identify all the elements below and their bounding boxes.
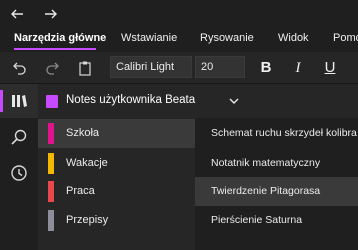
- ribbon-toolbar: Calibri Light 20 B I U: [0, 52, 358, 84]
- bold-button[interactable]: B: [256, 58, 276, 78]
- undo-icon: [13, 62, 26, 75]
- clipboard-button[interactable]: [74, 58, 96, 78]
- italic-button[interactable]: I: [288, 58, 308, 78]
- notebook-icon: [46, 95, 58, 108]
- page-label: Twierdzenie Pitagorasa: [211, 185, 321, 197]
- redo-icon: [46, 62, 59, 75]
- tab-draw[interactable]: Rysowanie: [200, 32, 254, 44]
- section-item[interactable]: Wakacje: [38, 149, 195, 178]
- clock-icon: [11, 165, 27, 181]
- active-tab-indicator: [14, 48, 96, 50]
- back-button[interactable]: [6, 4, 28, 24]
- section-label: Praca: [66, 185, 95, 197]
- section-item[interactable]: Przepisy: [38, 206, 195, 235]
- arrow-left-icon: [11, 9, 23, 19]
- font-size-field[interactable]: 20: [195, 56, 245, 78]
- page-list: Schemat ruchu skrzydeł kolibra Notatnik …: [195, 118, 358, 250]
- page-item[interactable]: Schemat ruchu skrzydeł kolibra: [195, 119, 358, 148]
- navigation-rail: [0, 84, 38, 250]
- clipboard-icon: [79, 61, 91, 76]
- section-label: Przepisy: [66, 214, 109, 226]
- title-bar: [0, 0, 358, 28]
- page-label: Pierścienie Saturna: [211, 214, 303, 226]
- section-item[interactable]: Szkoła: [38, 119, 195, 148]
- arrow-right-icon: [45, 9, 57, 19]
- notebooks-button[interactable]: [0, 84, 38, 118]
- tab-insert[interactable]: Wstawianie: [121, 32, 177, 44]
- ribbon-tabs: Narzędzia główne Wstawianie Rysowanie Wi…: [0, 28, 358, 52]
- page-label: Schemat ruchu skrzydeł kolibra: [211, 127, 357, 139]
- search-button[interactable]: [0, 120, 38, 154]
- notebooks-icon: [12, 95, 27, 107]
- section-color-tab: [48, 181, 54, 202]
- page-item[interactable]: Twierdzenie Pitagorasa: [195, 177, 358, 206]
- search-icon: [11, 129, 27, 145]
- tab-home[interactable]: Narzędzia główne: [14, 32, 106, 44]
- section-item[interactable]: Praca: [38, 177, 195, 206]
- section-color-tab: [48, 153, 54, 174]
- page-item[interactable]: Notatnik matematyczny: [195, 149, 358, 178]
- tab-view[interactable]: Widok: [278, 32, 309, 44]
- page-label: Notatnik matematyczny: [211, 157, 321, 169]
- section-label: Wakacje: [66, 157, 108, 169]
- section-color-tab: [48, 123, 54, 144]
- notebook-title: Notes użytkownika Beata: [66, 94, 196, 106]
- forward-button[interactable]: [40, 4, 62, 24]
- section-color-tab: [48, 210, 54, 231]
- undo-button[interactable]: [9, 58, 31, 78]
- section-list: Szkoła Wakacje Praca Przepisy: [38, 118, 195, 250]
- recent-notes-button[interactable]: [0, 156, 38, 190]
- font-name-field[interactable]: Calibri Light: [110, 56, 192, 78]
- section-label: Szkoła: [66, 127, 100, 139]
- redo-button[interactable]: [41, 58, 63, 78]
- underline-button[interactable]: U: [320, 58, 340, 78]
- page-item[interactable]: Pierścienie Saturna: [195, 206, 358, 235]
- rail-active-indicator: [0, 90, 3, 112]
- chevron-down-icon: [229, 98, 239, 104]
- notebook-selector[interactable]: Notes użytkownika Beata: [38, 84, 358, 118]
- tab-help[interactable]: Pomoc: [333, 32, 358, 44]
